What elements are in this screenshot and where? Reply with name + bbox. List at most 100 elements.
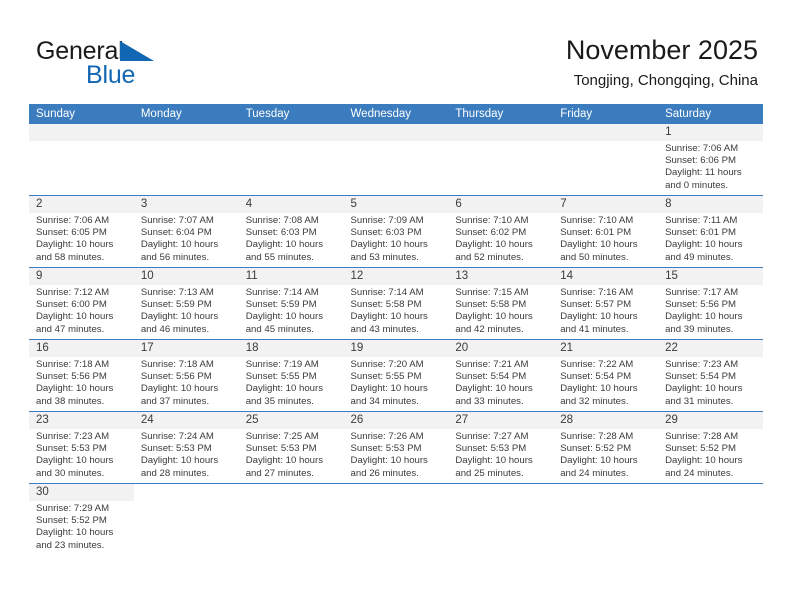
day-number: 3	[133, 196, 239, 213]
sunset-text: Sunset: 5:55 PM	[350, 371, 422, 383]
day-cell-7[interactable]: 7 Sunrise: 7:10 AM Sunset: 6:01 PM Daylight…	[553, 196, 659, 267]
title-block: November 2025 Tongjing, Chongqing, China	[566, 34, 758, 90]
day-cell-13[interactable]: 13 Sunrise: 7:15 AM Sunset: 5:58 PM Dayligh…	[448, 268, 554, 339]
sunset-text: Sunset: 5:52 PM	[36, 515, 107, 527]
sunrise-text: Sunrise: 7:23 AM	[665, 359, 739, 370]
day-number	[343, 484, 449, 501]
daylight-text: Daylight: 10 hours	[560, 311, 638, 323]
daylight-text: and 52 minutes.	[455, 251, 524, 263]
sunrise-text: Sunrise: 7:11 AM	[665, 215, 738, 226]
sunrise-text: Sunrise: 7:15 AM	[455, 287, 529, 298]
day-cell-19[interactable]: 19 Sunrise: 7:20 AM Sunset: 5:55 PM Dayligh…	[343, 340, 449, 411]
sunrise-text: Sunrise: 7:27 AM	[455, 431, 529, 442]
day-cell-15[interactable]: 15 Sunrise: 7:17 AM Sunset: 5:56 PM Dayligh…	[658, 268, 763, 339]
day-number: 8	[658, 196, 763, 213]
calendar-week-row: 2 Sunrise: 7:06 AM Sunset: 6:05 PM Daylight…	[29, 195, 763, 267]
daylight-text: and 49 minutes.	[665, 251, 734, 263]
sunrise-text: Sunrise: 7:22 AM	[560, 359, 634, 370]
day-cell-16[interactable]: 16 Sunrise: 7:18 AM Sunset: 5:56 PM Dayligh…	[29, 340, 134, 411]
day-cell-2[interactable]: 2 Sunrise: 7:06 AM Sunset: 6:05 PM Daylight…	[29, 196, 134, 267]
day-details: Sunrise: 7:28 AM Sunset: 5:52 PM Daylight:…	[658, 429, 763, 480]
day-cell-23[interactable]: 23 Sunrise: 7:23 AM Sunset: 5:53 PM Dayligh…	[29, 412, 134, 483]
day-cell-5[interactable]: 5 Sunrise: 7:09 AM Sunset: 6:03 PM Daylight…	[343, 196, 449, 267]
sunset-text: Sunset: 6:02 PM	[455, 227, 527, 239]
day-cell-18[interactable]: 18 Sunrise: 7:19 AM Sunset: 5:55 PM Dayligh…	[238, 340, 344, 411]
sunset-text: Sunset: 6:03 PM	[350, 227, 422, 239]
day-cell-30[interactable]: 30 Sunrise: 7:29 AM Sunset: 5:52 PM Dayligh…	[29, 484, 134, 555]
daylight-text: Daylight: 10 hours	[245, 311, 324, 323]
sunset-text: Sunset: 6:00 PM	[36, 299, 107, 311]
sunrise-text: Sunrise: 7:21 AM	[455, 359, 529, 370]
day-cell-25[interactable]: 25 Sunrise: 7:25 AM Sunset: 5:53 PM Dayligh…	[238, 412, 344, 483]
daylight-text: Daylight: 10 hours	[36, 455, 114, 467]
calendar-week-row: 9 Sunrise: 7:12 AM Sunset: 6:00 PM Daylight…	[29, 267, 763, 339]
day-cell-28[interactable]: 28 Sunrise: 7:28 AM Sunset: 5:52 PM Dayligh…	[553, 412, 659, 483]
day-cell-11[interactable]: 11 Sunrise: 7:14 AM Sunset: 5:59 PM Dayligh…	[238, 268, 344, 339]
sunrise-text: Sunrise: 7:24 AM	[140, 431, 214, 442]
day-cell-empty	[29, 124, 134, 195]
day-details: Sunrise: 7:18 AM Sunset: 5:56 PM Daylight:…	[134, 357, 239, 408]
daylight-text: Daylight: 10 hours	[455, 311, 533, 323]
day-cell-empty	[448, 124, 554, 195]
day-cell-29[interactable]: 29 Sunrise: 7:28 AM Sunset: 5:52 PM Dayligh…	[658, 412, 763, 483]
day-cell-26[interactable]: 26 Sunrise: 7:26 AM Sunset: 5:53 PM Dayligh…	[343, 412, 449, 483]
sunset-text: Sunset: 5:53 PM	[350, 443, 422, 455]
daylight-text: and 45 minutes.	[245, 323, 314, 335]
day-number: 30	[29, 484, 134, 501]
calendar-week-row: 30 Sunrise: 7:29 AM Sunset: 5:52 PM Dayligh…	[29, 483, 763, 555]
daylight-text: and 32 minutes.	[560, 395, 629, 407]
daylight-text: Daylight: 10 hours	[245, 239, 324, 251]
daylight-text: and 31 minutes.	[665, 395, 734, 407]
day-details: Sunrise: 7:22 AM Sunset: 5:54 PM Daylight:…	[553, 357, 658, 408]
day-cell-4[interactable]: 4 Sunrise: 7:08 AM Sunset: 6:03 PM Daylight…	[238, 196, 344, 267]
day-cell-21[interactable]: 21 Sunrise: 7:22 AM Sunset: 5:54 PM Dayligh…	[553, 340, 659, 411]
sunrise-text: Sunrise: 7:14 AM	[245, 287, 319, 298]
day-number: 12	[343, 268, 449, 285]
sunset-text: Sunset: 5:53 PM	[245, 443, 317, 455]
day-cell-17[interactable]: 17 Sunrise: 7:18 AM Sunset: 5:56 PM Dayligh…	[133, 340, 239, 411]
day-number: 20	[448, 340, 554, 357]
sunset-text: Sunset: 5:58 PM	[350, 299, 422, 311]
day-cell-20[interactable]: 20 Sunrise: 7:21 AM Sunset: 5:54 PM Dayligh…	[448, 340, 554, 411]
general-blue-logo[interactable]: General Blue	[36, 38, 246, 94]
day-details: Sunrise: 7:24 AM Sunset: 5:53 PM Daylight:…	[134, 429, 239, 480]
day-cell-empty	[343, 484, 449, 555]
day-cell-6[interactable]: 6 Sunrise: 7:10 AM Sunset: 6:02 PM Daylight…	[448, 196, 554, 267]
day-cell-1[interactable]: 1 Sunrise: 7:06 AM Sunset: 6:06 PM Daylight…	[658, 124, 763, 195]
day-number	[658, 484, 763, 501]
day-details: Sunrise: 7:20 AM Sunset: 5:55 PM Daylight:…	[344, 357, 449, 408]
daylight-text: Daylight: 10 hours	[665, 239, 743, 251]
day-details: Sunrise: 7:21 AM Sunset: 5:54 PM Daylight:…	[448, 357, 553, 408]
daylight-text: and 56 minutes.	[140, 251, 210, 263]
day-cell-27[interactable]: 27 Sunrise: 7:27 AM Sunset: 5:53 PM Dayligh…	[448, 412, 554, 483]
day-cell-24[interactable]: 24 Sunrise: 7:24 AM Sunset: 5:53 PM Dayligh…	[133, 412, 239, 483]
day-cell-14[interactable]: 14 Sunrise: 7:16 AM Sunset: 5:57 PM Dayligh…	[553, 268, 659, 339]
day-number	[448, 124, 554, 141]
day-details: Sunrise: 7:12 AM Sunset: 6:00 PM Daylight:…	[29, 285, 134, 336]
day-cell-10[interactable]: 10 Sunrise: 7:13 AM Sunset: 5:59 PM Dayligh…	[133, 268, 239, 339]
calendar-grid: Sunday Monday Tuesday Wednesday Thursday Frid…	[29, 104, 763, 555]
day-cell-9[interactable]: 9 Sunrise: 7:12 AM Sunset: 6:00 PM Daylight…	[29, 268, 134, 339]
day-number: 2	[29, 196, 134, 213]
sunset-text: Sunset: 5:54 PM	[560, 371, 632, 383]
daylight-text: and 28 minutes.	[140, 467, 210, 479]
day-details: Sunrise: 7:13 AM Sunset: 5:59 PM Daylight:…	[134, 285, 239, 336]
calendar-week-row: 16 Sunrise: 7:18 AM Sunset: 5:56 PM Dayligh…	[29, 339, 763, 411]
sunrise-text: Sunrise: 7:18 AM	[36, 359, 110, 370]
sunset-text: Sunset: 5:54 PM	[665, 371, 736, 383]
day-number	[238, 124, 344, 141]
daylight-text: and 38 minutes.	[36, 395, 105, 407]
daylight-text: and 0 minutes.	[665, 179, 728, 191]
daylight-text: Daylight: 10 hours	[665, 311, 743, 323]
day-cell-3[interactable]: 3 Sunrise: 7:07 AM Sunset: 6:04 PM Daylight…	[133, 196, 239, 267]
day-details: Sunrise: 7:15 AM Sunset: 5:58 PM Daylight:…	[448, 285, 553, 336]
sunset-text: Sunset: 5:56 PM	[140, 371, 212, 383]
sunset-text: Sunset: 5:58 PM	[455, 299, 527, 311]
day-cell-22[interactable]: 22 Sunrise: 7:23 AM Sunset: 5:54 PM Dayligh…	[658, 340, 763, 411]
day-details: Sunrise: 7:06 AM Sunset: 6:05 PM Daylight:…	[29, 213, 134, 264]
day-cell-12[interactable]: 12 Sunrise: 7:14 AM Sunset: 5:58 PM Dayligh…	[343, 268, 449, 339]
day-cell-8[interactable]: 8 Sunrise: 7:11 AM Sunset: 6:01 PM Daylight…	[658, 196, 763, 267]
day-cell-empty	[448, 484, 554, 555]
calendar-week-row: 1 Sunrise: 7:06 AM Sunset: 6:06 PM Daylight…	[29, 124, 763, 195]
day-number: 25	[238, 412, 344, 429]
